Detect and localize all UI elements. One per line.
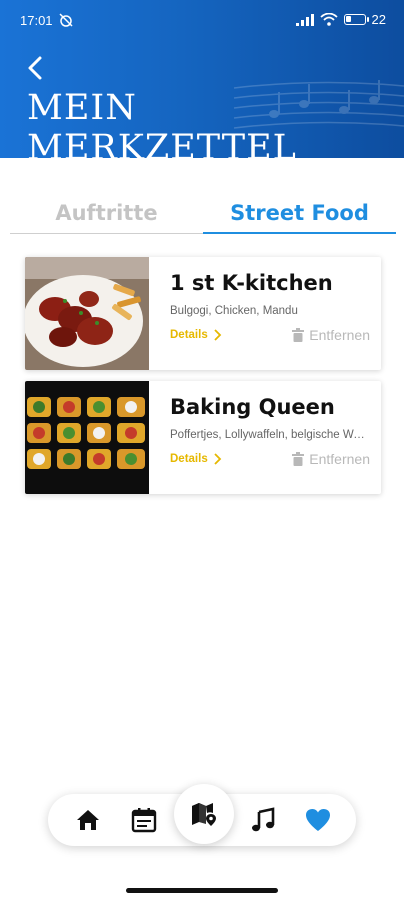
item-description: Bulgogi, Chicken, Mandu	[170, 305, 298, 317]
music-note-icon[interactable]	[249, 806, 277, 834]
details-label: Details	[170, 329, 208, 341]
remove-button[interactable]: Entfernen	[292, 327, 370, 343]
map-button[interactable]	[174, 784, 234, 844]
battery-icon	[343, 14, 369, 25]
details-link[interactable]: Details	[170, 453, 222, 465]
battery-percent: 22	[371, 12, 386, 27]
details-link[interactable]: Details	[170, 329, 222, 341]
tab-street-food[interactable]: Street Food	[203, 196, 396, 234]
remove-button[interactable]: Entfernen	[292, 451, 370, 467]
status-bar: 17:01 22	[0, 0, 404, 40]
back-chevron-icon[interactable]	[22, 54, 50, 82]
tab-auftritte[interactable]: Auftritte	[10, 196, 203, 234]
trash-icon	[292, 452, 305, 466]
remove-label: Entfernen	[309, 451, 370, 467]
heart-icon[interactable]	[304, 806, 332, 834]
food-thumbnail	[25, 381, 149, 494]
list-item[interactable]: 1 st K-kitchen Bulgogi, Chicken, Mandu D…	[25, 257, 381, 370]
tab-bar: Auftritte Street Food	[10, 196, 396, 234]
remove-label: Entfernen	[309, 327, 370, 343]
wifi-icon	[319, 13, 338, 26]
item-name: Baking Queen	[170, 395, 335, 419]
details-label: Details	[170, 453, 208, 465]
signal-icon	[295, 13, 314, 26]
chevron-right-icon	[214, 453, 221, 465]
status-time: 17:01	[20, 13, 53, 28]
list-item[interactable]: Baking Queen Poffertjes, Lollywaffeln, b…	[25, 381, 381, 494]
app-header: 17:01 22 MEIN MERKZETTEL	[0, 0, 404, 158]
chevron-right-icon	[214, 329, 221, 341]
home-icon[interactable]	[74, 806, 102, 834]
item-description: Poffertjes, Lollywaffeln, belgische Waff…	[170, 429, 370, 441]
calendar-icon[interactable]	[130, 806, 158, 834]
item-name: 1 st K-kitchen	[170, 271, 333, 295]
trash-icon	[292, 328, 305, 342]
page-title: MEIN MERKZETTEL	[27, 88, 297, 158]
alarm-off-icon	[59, 13, 73, 27]
status-icons: 22	[295, 12, 386, 27]
home-indicator	[126, 888, 278, 893]
food-thumbnail	[25, 257, 149, 370]
map-pin-icon	[192, 803, 216, 826]
